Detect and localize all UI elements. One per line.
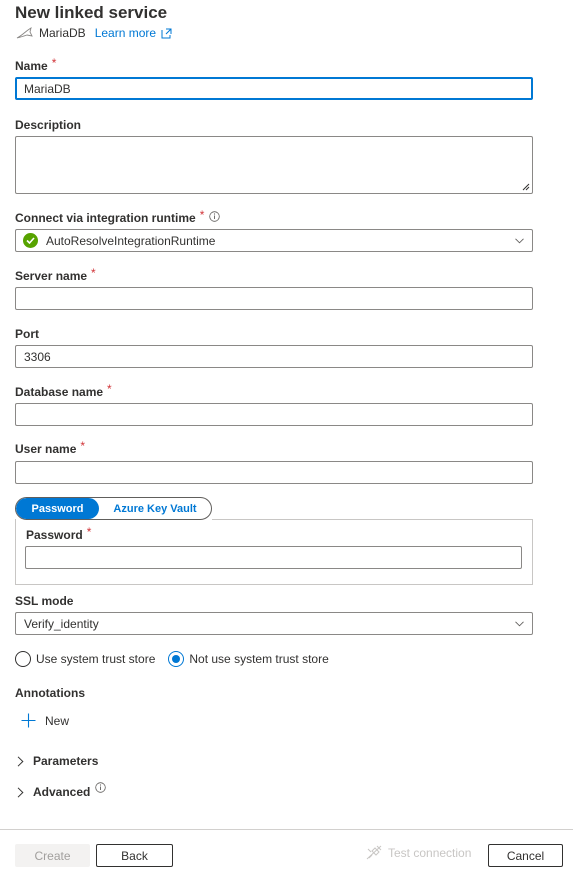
- toggle-option-azure-key-vault[interactable]: Azure Key Vault: [99, 498, 211, 519]
- description-textarea[interactable]: [15, 136, 533, 194]
- parameters-expander[interactable]: Parameters: [17, 754, 98, 768]
- port-label: Port: [15, 327, 39, 341]
- learn-more-label: Learn more: [94, 26, 157, 40]
- radio-label: Not use system trust store: [189, 652, 329, 666]
- integration-runtime-value: AutoResolveIntegrationRuntime: [23, 233, 216, 248]
- green-check-icon: [23, 233, 38, 248]
- chevron-down-icon: [515, 237, 524, 243]
- radio-not-use-system-trust-store[interactable]: Not use system trust store: [168, 651, 329, 667]
- database-name-label: Database name *: [15, 382, 112, 399]
- resize-handle-icon[interactable]: [522, 183, 530, 191]
- chevron-down-icon: [515, 620, 524, 626]
- auth-type-toggle: Password Azure Key Vault: [15, 497, 212, 520]
- ssl-mode-label-text: SSL mode: [15, 594, 74, 608]
- advanced-label: Advanced: [33, 785, 91, 799]
- radio-use-system-trust-store[interactable]: Use system trust store: [15, 651, 155, 667]
- integration-runtime-label-text: Connect via integration runtime: [15, 211, 196, 225]
- ssl-mode-label: SSL mode: [15, 594, 73, 608]
- learn-more-link[interactable]: Learn more: [95, 26, 172, 40]
- service-name: MariaDB: [39, 26, 86, 40]
- cancel-button[interactable]: Cancel: [488, 844, 563, 867]
- port-label-text: Port: [15, 327, 39, 341]
- name-label: Name *: [15, 56, 57, 73]
- required-marker: *: [199, 208, 205, 222]
- info-icon[interactable]: [95, 781, 107, 793]
- user-name-label: User name *: [15, 439, 86, 456]
- trust-store-radio-group: Use system trust store Not use system tr…: [15, 651, 342, 667]
- name-input-value: MariaDB: [24, 81, 71, 96]
- user-name-input[interactable]: [15, 461, 533, 484]
- server-name-label: Server name *: [15, 266, 96, 283]
- required-marker: *: [91, 266, 96, 280]
- annotations-label-text: Annotations: [15, 686, 85, 700]
- user-name-label-text: User name: [15, 442, 77, 456]
- description-label-text: Description: [15, 118, 82, 132]
- required-marker: *: [51, 56, 57, 70]
- server-name-input[interactable]: [15, 287, 533, 310]
- back-button[interactable]: Back: [96, 844, 173, 867]
- toggle-option-password[interactable]: Password: [16, 498, 99, 519]
- description-label: Description: [15, 118, 81, 132]
- test-connection-button[interactable]: Test connection: [366, 845, 471, 860]
- database-name-input[interactable]: [15, 403, 533, 426]
- port-input-value: 3306: [24, 349, 51, 364]
- info-icon[interactable]: [209, 210, 221, 222]
- integration-runtime-select[interactable]: AutoResolveIntegrationRuntime: [15, 229, 533, 252]
- test-connection-label: Test connection: [388, 845, 472, 860]
- name-input[interactable]: MariaDB: [15, 77, 533, 100]
- create-button[interactable]: Create: [15, 844, 90, 867]
- server-name-label-text: Server name: [15, 269, 88, 283]
- required-marker: *: [107, 382, 112, 396]
- password-panel-border: [212, 519, 533, 520]
- panel-title: New linked service: [15, 3, 168, 22]
- password-input[interactable]: [25, 546, 522, 569]
- integration-runtime-label: Connect via integration runtime *: [15, 208, 221, 225]
- plus-icon: [21, 713, 36, 728]
- port-input[interactable]: 3306: [15, 345, 533, 368]
- password-label: Password *: [26, 525, 92, 542]
- radio-dot: [172, 655, 181, 663]
- name-label-text: Name: [15, 59, 48, 73]
- required-marker: *: [80, 439, 86, 453]
- parameters-label: Parameters: [33, 754, 99, 768]
- advanced-expander[interactable]: Advanced: [17, 781, 115, 799]
- radio-button-checked[interactable]: [168, 651, 185, 667]
- radio-label: Use system trust store: [36, 652, 156, 666]
- chevron-right-icon: [17, 786, 24, 798]
- annotations-label: Annotations: [15, 686, 85, 700]
- plug-disconnected-icon: [366, 845, 382, 860]
- integration-runtime-value-text: AutoResolveIntegrationRuntime: [46, 233, 216, 248]
- database-name-label-text: Database name: [15, 385, 104, 399]
- service-subtitle: MariaDB Learn more: [16, 26, 172, 40]
- add-annotation-button[interactable]: New: [21, 713, 69, 728]
- password-label-text: Password: [26, 528, 83, 542]
- mariadb-seal-icon: [16, 26, 34, 39]
- external-link-icon: [161, 28, 172, 38]
- ssl-mode-select[interactable]: Verify_identity: [15, 612, 533, 635]
- required-marker: *: [86, 525, 92, 539]
- footer-divider: [0, 829, 573, 830]
- radio-button[interactable]: [15, 651, 31, 667]
- ssl-mode-value: Verify_identity: [24, 616, 99, 631]
- add-annotation-label: New: [45, 713, 70, 728]
- chevron-right-icon: [17, 755, 24, 767]
